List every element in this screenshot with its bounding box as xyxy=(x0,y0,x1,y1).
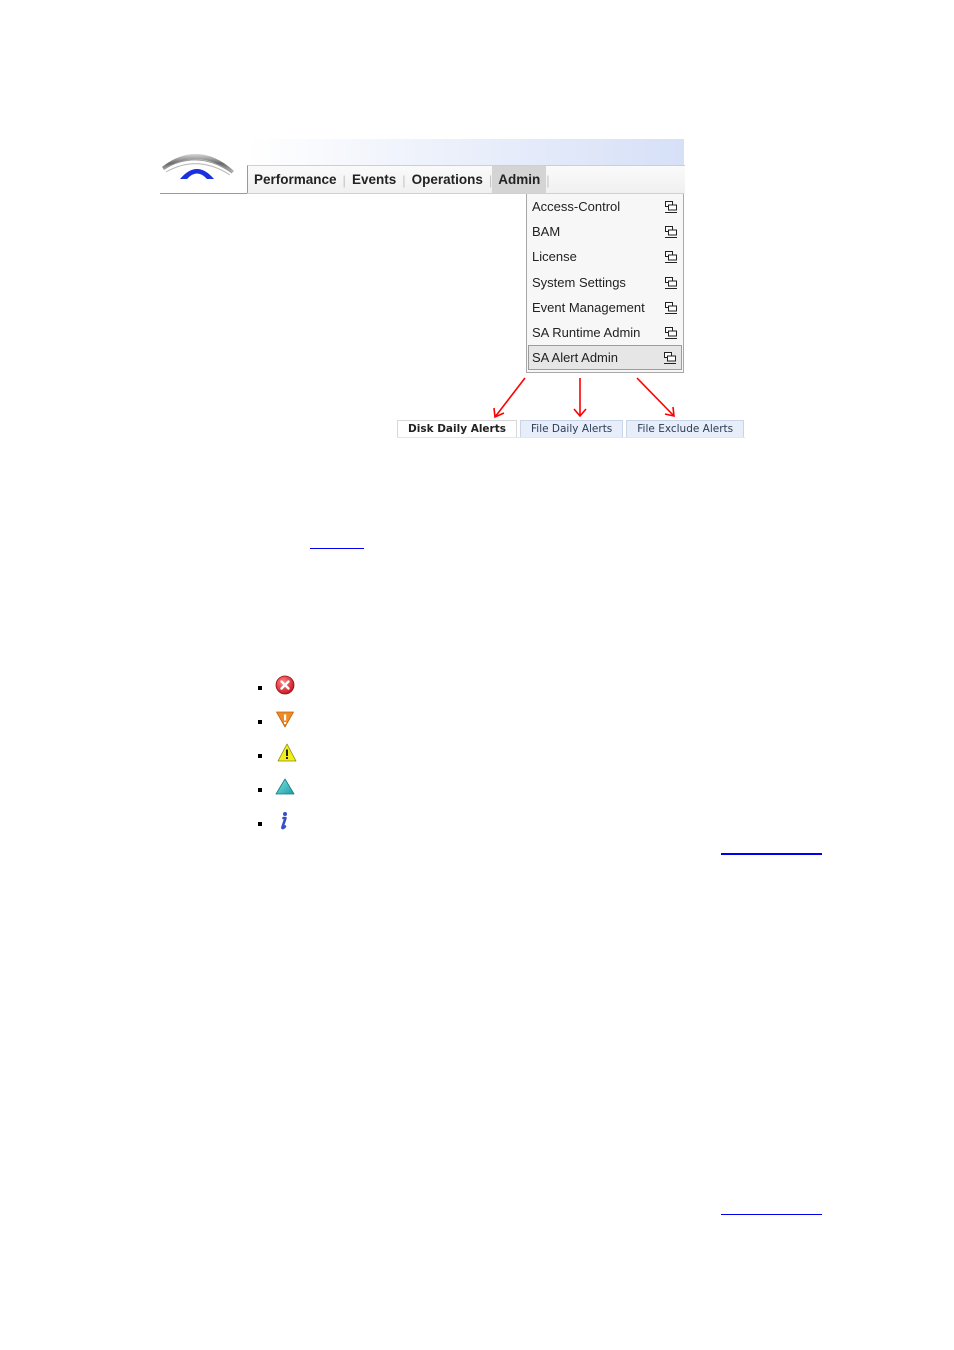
open-window-icon[interactable] xyxy=(664,326,678,340)
admin-dropdown-menu: Access-Control BAM License System Settin… xyxy=(526,194,684,373)
tab-divider xyxy=(397,437,745,438)
header-divider xyxy=(160,193,248,194)
arrow-to-file-daily-alerts xyxy=(573,378,587,418)
open-window-icon[interactable] xyxy=(664,301,678,315)
menu-item-label: BAM xyxy=(532,224,561,240)
tab-file-daily-alerts[interactable]: File Daily Alerts xyxy=(520,420,624,438)
open-window-icon[interactable] xyxy=(664,250,678,264)
info-icon xyxy=(281,812,287,830)
menu-item-label: Event Management xyxy=(532,299,645,315)
list-item xyxy=(258,668,297,702)
major-icon xyxy=(276,711,294,728)
menu-item-label: SA Alert Admin xyxy=(532,350,618,366)
nav-admin[interactable]: Admin xyxy=(492,166,547,194)
menu-item-bam[interactable]: BAM xyxy=(527,219,683,244)
hyperlink[interactable] xyxy=(721,1200,822,1215)
nav-events[interactable]: Events xyxy=(346,166,402,194)
bullet xyxy=(258,754,262,758)
nav-operations[interactable]: Operations xyxy=(406,166,489,194)
hyperlink[interactable] xyxy=(721,839,822,855)
bullet xyxy=(258,788,262,792)
menu-item-license[interactable]: License xyxy=(527,244,683,269)
alert-tabs: Disk Daily Alerts File Daily Alerts File… xyxy=(397,420,747,438)
open-window-icon[interactable] xyxy=(663,351,677,365)
header-banner xyxy=(248,139,684,166)
arrow-to-disk-daily-alerts xyxy=(493,377,526,419)
open-window-icon[interactable] xyxy=(664,276,678,290)
critical-icon xyxy=(275,675,295,695)
list-item xyxy=(258,702,297,736)
menu-item-label: Access-Control xyxy=(532,199,621,214)
menu-item-label: System Settings xyxy=(532,274,626,290)
arrow-to-file-exclude-alerts xyxy=(636,377,675,418)
bullet xyxy=(258,822,262,826)
menu-item-access-control[interactable]: Access-Control xyxy=(527,194,683,219)
minor-warning-icon xyxy=(277,743,297,762)
bullet xyxy=(258,720,262,724)
menu-item-sa-alert-admin[interactable]: SA Alert Admin xyxy=(528,345,682,371)
warning-icon xyxy=(275,778,295,795)
list-item xyxy=(258,736,297,770)
tab-file-exclude-alerts[interactable]: File Exclude Alerts xyxy=(626,420,745,438)
list-item xyxy=(258,804,297,838)
menu-item-label: SA Runtime Admin xyxy=(532,324,641,340)
menu-item-event-management[interactable]: Event Management xyxy=(527,295,683,320)
menu-item-sa-runtime-admin[interactable]: SA Runtime Admin xyxy=(527,320,683,345)
severity-icon-list xyxy=(258,668,297,838)
bullet xyxy=(258,686,262,690)
app-header: Performance | Events | Operations | Admi… xyxy=(160,139,685,195)
menu-item-label: License xyxy=(532,249,577,265)
nav-separator: | xyxy=(546,172,550,188)
arc-logo-icon xyxy=(162,153,234,179)
open-window-icon[interactable] xyxy=(664,225,678,239)
open-window-icon[interactable] xyxy=(664,200,678,214)
list-item xyxy=(258,770,297,804)
menu-item-system-settings[interactable]: System Settings xyxy=(527,270,683,295)
hyperlink[interactable] xyxy=(310,534,364,549)
annotation-arrows xyxy=(493,377,675,419)
nav-performance[interactable]: Performance xyxy=(248,166,343,194)
tab-disk-daily-alerts[interactable]: Disk Daily Alerts xyxy=(397,420,517,438)
main-nav: Performance | Events | Operations | Admi… xyxy=(247,165,685,194)
